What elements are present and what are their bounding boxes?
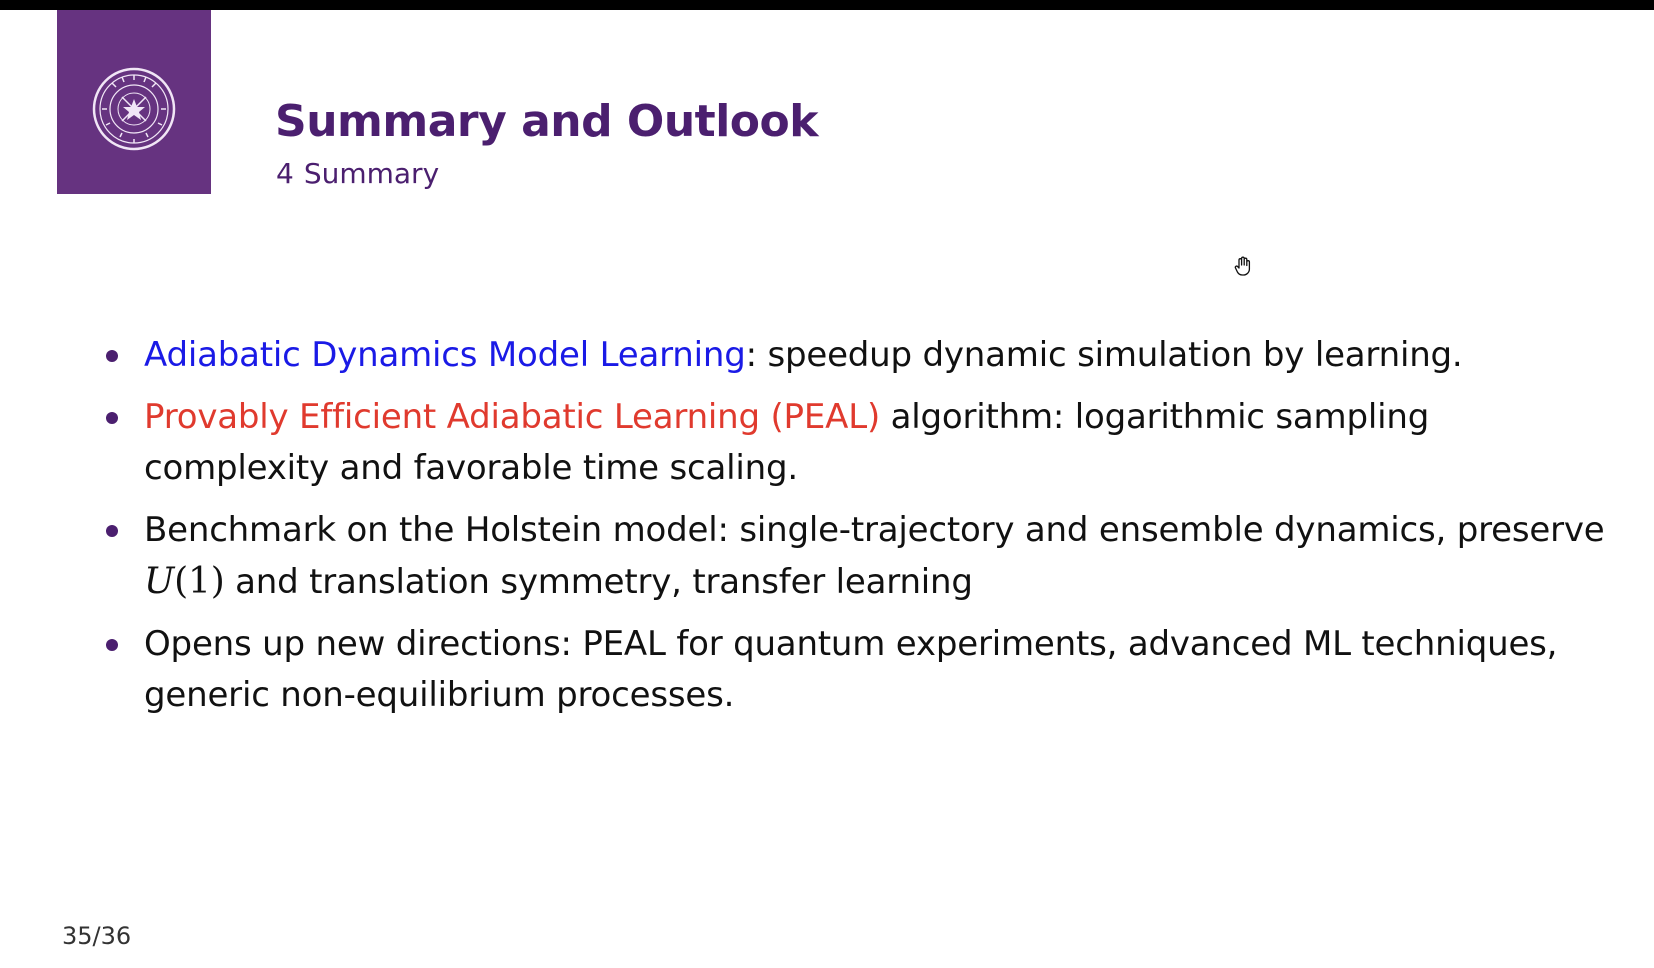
list-item: Opens up new directions: PEAL for quantu… bbox=[100, 619, 1620, 721]
section-name: Summary bbox=[303, 157, 440, 190]
bullet-dot bbox=[106, 412, 118, 424]
bullet-dot bbox=[106, 525, 118, 537]
math-variable: U bbox=[144, 561, 175, 602]
section-subtitle: 4 Summary bbox=[276, 157, 439, 190]
list-item: Provably Efficient Adiabatic Learning (P… bbox=[100, 392, 1620, 494]
list-item: Adiabatic Dynamics Model Learning: speed… bbox=[100, 330, 1620, 381]
page-number: 35/36 bbox=[62, 922, 132, 950]
summary-list: Adiabatic Dynamics Model Learning: speed… bbox=[100, 330, 1620, 732]
hand-cursor-icon bbox=[1233, 256, 1253, 282]
logo-box bbox=[57, 10, 211, 194]
math-expression: U(1) bbox=[144, 561, 225, 602]
bullet-text: Opens up new directions: PEAL for quantu… bbox=[144, 624, 1558, 715]
list-item: Benchmark on the Holstein model: single-… bbox=[100, 505, 1620, 608]
bullet-highlight: Adiabatic Dynamics Model Learning bbox=[144, 335, 746, 375]
math-argument: (1) bbox=[174, 561, 225, 602]
bullet-text-tail: and translation symmetry, transfer learn… bbox=[224, 562, 973, 602]
bullet-text: Benchmark on the Holstein model: single-… bbox=[144, 510, 1605, 550]
bullet-highlight: Provably Efficient Adiabatic Learning (P… bbox=[144, 397, 881, 437]
university-seal-icon bbox=[92, 67, 176, 151]
top-bar bbox=[0, 0, 1654, 10]
bullet-text: : speedup dynamic simulation by learning… bbox=[745, 335, 1463, 375]
bullet-dot bbox=[106, 350, 118, 362]
section-number: 4 bbox=[276, 157, 294, 190]
slide-title: Summary and Outlook bbox=[275, 96, 819, 147]
bullet-dot bbox=[106, 639, 118, 651]
